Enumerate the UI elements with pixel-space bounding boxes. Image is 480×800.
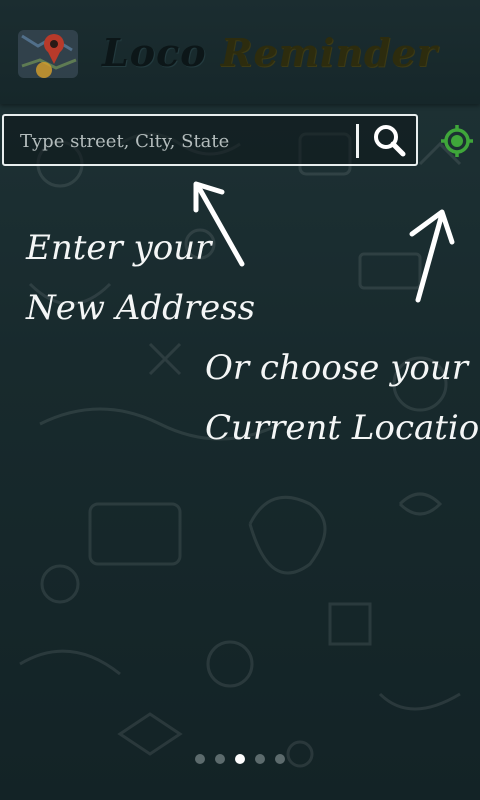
page-dot-4[interactable] <box>255 754 265 764</box>
enter-address-hint: Enter your New Address <box>26 218 255 338</box>
map-pin-logo-icon <box>18 30 78 78</box>
app-header: Loco Reminder <box>0 0 480 104</box>
search-divider <box>356 124 359 158</box>
current-location-hint-line1: Or choose your <box>205 348 469 388</box>
app-title-word-loco: Loco <box>102 30 207 75</box>
page-dot-2[interactable] <box>215 754 225 764</box>
page-dot-5[interactable] <box>275 754 285 764</box>
page-dot-1[interactable] <box>195 754 205 764</box>
address-search-input[interactable] <box>18 124 342 158</box>
arrow-to-location-icon <box>409 209 455 303</box>
enter-address-hint-line1: Enter your <box>26 228 212 268</box>
search-button[interactable] <box>366 120 412 160</box>
app-title-word-reminder: Reminder <box>220 30 438 75</box>
page-indicator <box>0 752 480 766</box>
current-location-hint: Or choose your Current Location <box>205 338 480 458</box>
search-icon <box>374 125 406 157</box>
page-dot-3[interactable] <box>235 754 245 764</box>
app-title: Loco Reminder <box>102 30 438 76</box>
address-search-box <box>2 114 418 166</box>
current-location-hint-line2: Current Location <box>205 408 480 448</box>
current-location-button[interactable] <box>438 122 476 160</box>
enter-address-hint-line2: New Address <box>26 288 256 328</box>
gps-target-icon <box>441 125 473 157</box>
